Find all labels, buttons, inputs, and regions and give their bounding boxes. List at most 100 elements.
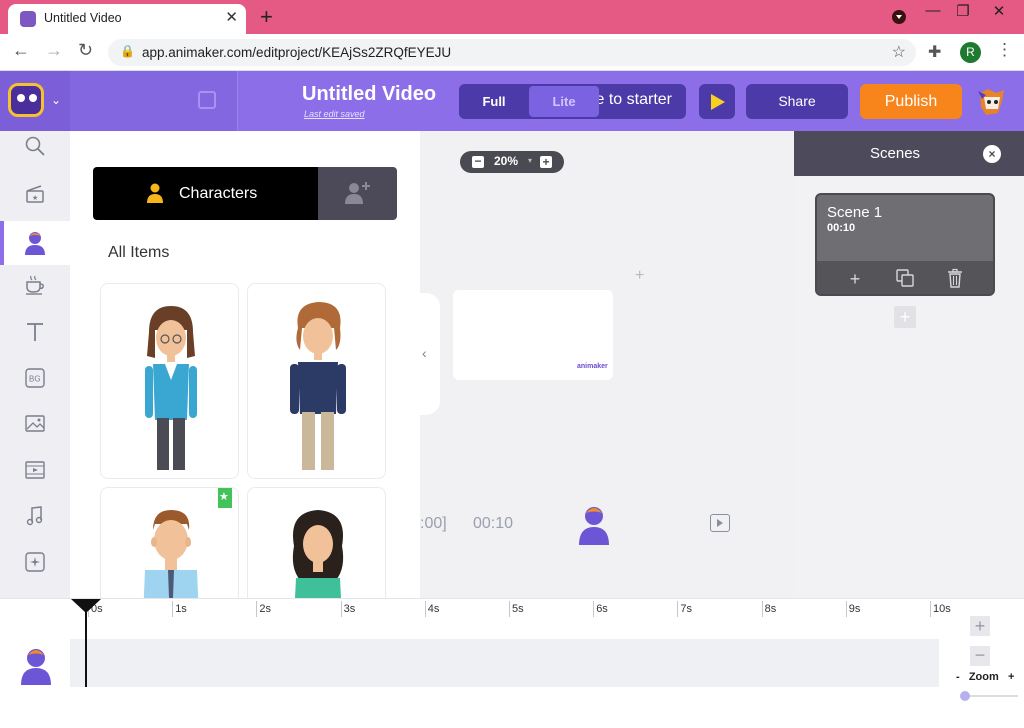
zoom-in-button[interactable]: +: [540, 156, 552, 168]
video-title[interactable]: Untitled Video: [302, 83, 436, 106]
character-card[interactable]: [247, 283, 386, 479]
logo-menu[interactable]: ⌄: [0, 71, 70, 131]
sparkle-effects-icon: [23, 551, 47, 575]
image-icon: [23, 413, 47, 437]
character-card[interactable]: [100, 487, 239, 598]
layers-icon[interactable]: [198, 91, 216, 109]
share-button[interactable]: Share: [746, 84, 848, 119]
all-items-heading: All Items: [108, 244, 170, 261]
zoom-dropdown-icon[interactable]: ▾: [528, 156, 532, 165]
svg-text:★: ★: [32, 194, 38, 202]
browser-tab[interactable]: Untitled Video ✕: [8, 4, 246, 34]
sidebar-item-templates[interactable]: ★: [0, 175, 70, 219]
browser-menu-icon[interactable]: ⋮: [996, 40, 1013, 60]
sidebar-item-characters[interactable]: [0, 221, 70, 265]
mode-full-button[interactable]: Full: [459, 84, 529, 119]
animaker-favicon-icon: [20, 11, 36, 27]
character-card[interactable]: [247, 487, 386, 598]
profile-avatar[interactable]: R: [960, 42, 981, 63]
profile-dropdown-icon[interactable]: [892, 10, 906, 24]
bookmark-star-icon[interactable]: ☆: [892, 42, 906, 62]
character-card[interactable]: [100, 283, 239, 479]
sidebar-item-properties[interactable]: [0, 265, 70, 309]
switch-to-starter-label[interactable]: e to starter: [596, 91, 672, 109]
timeline-zoom-slider[interactable]: [962, 695, 1018, 697]
sidebar-item-images[interactable]: [0, 401, 70, 445]
switch-mode-control[interactable]: e to starter Full Lite: [459, 84, 686, 119]
add-person-icon: [345, 182, 370, 204]
scene-stage[interactable]: animaker: [453, 290, 613, 380]
timeline-tick-label: 3s: [343, 603, 356, 615]
animaker-watermark: animaker: [577, 363, 608, 370]
forward-arrow-icon[interactable]: →: [45, 40, 63, 61]
zoom-value[interactable]: 20%: [494, 154, 518, 168]
address-bar[interactable]: 🔒 app.animaker.com/editproject/KEAjSs2ZR…: [108, 39, 916, 66]
sidebar-item-music[interactable]: [0, 493, 70, 537]
add-element-icon[interactable]: +: [635, 267, 644, 285]
library-panel: Characters All Items: [70, 131, 420, 598]
animaker-logo-icon: [8, 83, 44, 117]
video-icon: [23, 459, 47, 483]
add-new-scene-button[interactable]: +: [894, 306, 916, 328]
timeline-tick-label: 9s: [848, 603, 861, 615]
publish-button[interactable]: Publish: [860, 84, 962, 119]
close-scenes-icon[interactable]: ×: [983, 145, 1001, 163]
video-layer-icon[interactable]: [710, 514, 730, 532]
scene-card[interactable]: Scene 1 00:10 +: [815, 193, 995, 296]
timeline-character-icon[interactable]: [20, 647, 52, 685]
sidebar-item-search[interactable]: [0, 131, 70, 175]
chevron-down-icon[interactable]: ⌄: [51, 93, 61, 107]
mode-lite-button[interactable]: Lite: [529, 86, 599, 117]
search-icon: [23, 135, 47, 159]
timeline-zoom-in-button[interactable]: +: [970, 616, 990, 636]
timeline-tick-label: 4s: [427, 603, 440, 615]
new-tab-button[interactable]: +: [260, 4, 273, 30]
mascot-avatar-icon[interactable]: [976, 87, 1008, 117]
timeline-tick-label: 6s: [596, 603, 608, 615]
sidebar-item-backgrounds[interactable]: BG: [0, 355, 70, 399]
timeline-ruler[interactable]: 0s 1s 2s 3s 4s 5s 6s 7s 8s 9s 10s: [70, 599, 951, 619]
collapse-library-button[interactable]: ‹: [420, 293, 440, 415]
clapperboard-icon: ★: [23, 183, 47, 207]
scenes-header: Scenes ×: [794, 131, 1024, 176]
playhead-handle[interactable]: [71, 599, 101, 613]
canvas-zoom-control[interactable]: − 20% ▾ +: [460, 151, 564, 173]
lock-icon[interactable]: 🔒: [120, 44, 135, 58]
timeline-track[interactable]: [70, 639, 939, 687]
timeline-tick: 3s: [340, 601, 355, 617]
timeline-tick-label: 8s: [764, 603, 777, 615]
timeline-tick-label: 10s: [933, 603, 951, 615]
person-icon: [147, 183, 163, 203]
tab-close-icon[interactable]: ✕: [225, 8, 238, 26]
timeline-zoom-out-button[interactable]: −: [970, 646, 990, 666]
window-minimize-button[interactable]: —: [918, 2, 948, 19]
scene-toolbar: +: [817, 261, 993, 294]
window-close-button[interactable]: ✕: [984, 2, 1014, 20]
sidebar-item-text[interactable]: [0, 309, 70, 353]
last-edit-link[interactable]: Last edit saved: [304, 109, 365, 119]
zoom-out-button[interactable]: −: [472, 155, 484, 168]
add-scene-icon[interactable]: +: [844, 268, 866, 290]
delete-scene-icon[interactable]: [944, 268, 966, 290]
timeline-zoom-slider-knob[interactable]: [959, 691, 970, 701]
scenes-panel: Scenes × Scene 1 00:10 + +: [794, 131, 1024, 598]
reload-icon[interactable]: ↻: [78, 40, 93, 61]
timeline-tick: 9s: [845, 601, 860, 617]
url-text[interactable]: app.animaker.com/editproject/KEAjSs2ZRQf…: [142, 45, 451, 60]
character-layer-icon[interactable]: [577, 505, 611, 545]
timeline-zoom-label: - Zoom +: [956, 671, 1015, 683]
canvas-area: − 20% ▾ + ‹ + animaker :00] 00:10: [420, 131, 794, 598]
characters-tab[interactable]: Characters: [93, 167, 318, 220]
extensions-puzzle-icon[interactable]: ✚: [928, 42, 941, 62]
window-restore-button[interactable]: ❐: [948, 2, 978, 20]
character-man-curly-hair: [290, 302, 346, 470]
sidebar-item-videos[interactable]: [0, 447, 70, 491]
browser-toolbar: ← → ↻ 🔒 app.animaker.com/editproject/KEA…: [0, 34, 1024, 71]
back-arrow-icon[interactable]: ←: [12, 40, 30, 61]
duplicate-scene-icon[interactable]: [894, 268, 916, 290]
scenes-title: Scenes: [870, 145, 921, 162]
play-preview-button[interactable]: [699, 84, 735, 119]
add-character-tab[interactable]: [318, 167, 397, 220]
timeline-tick: 6s: [593, 601, 608, 617]
sidebar-item-effects[interactable]: [0, 539, 70, 583]
